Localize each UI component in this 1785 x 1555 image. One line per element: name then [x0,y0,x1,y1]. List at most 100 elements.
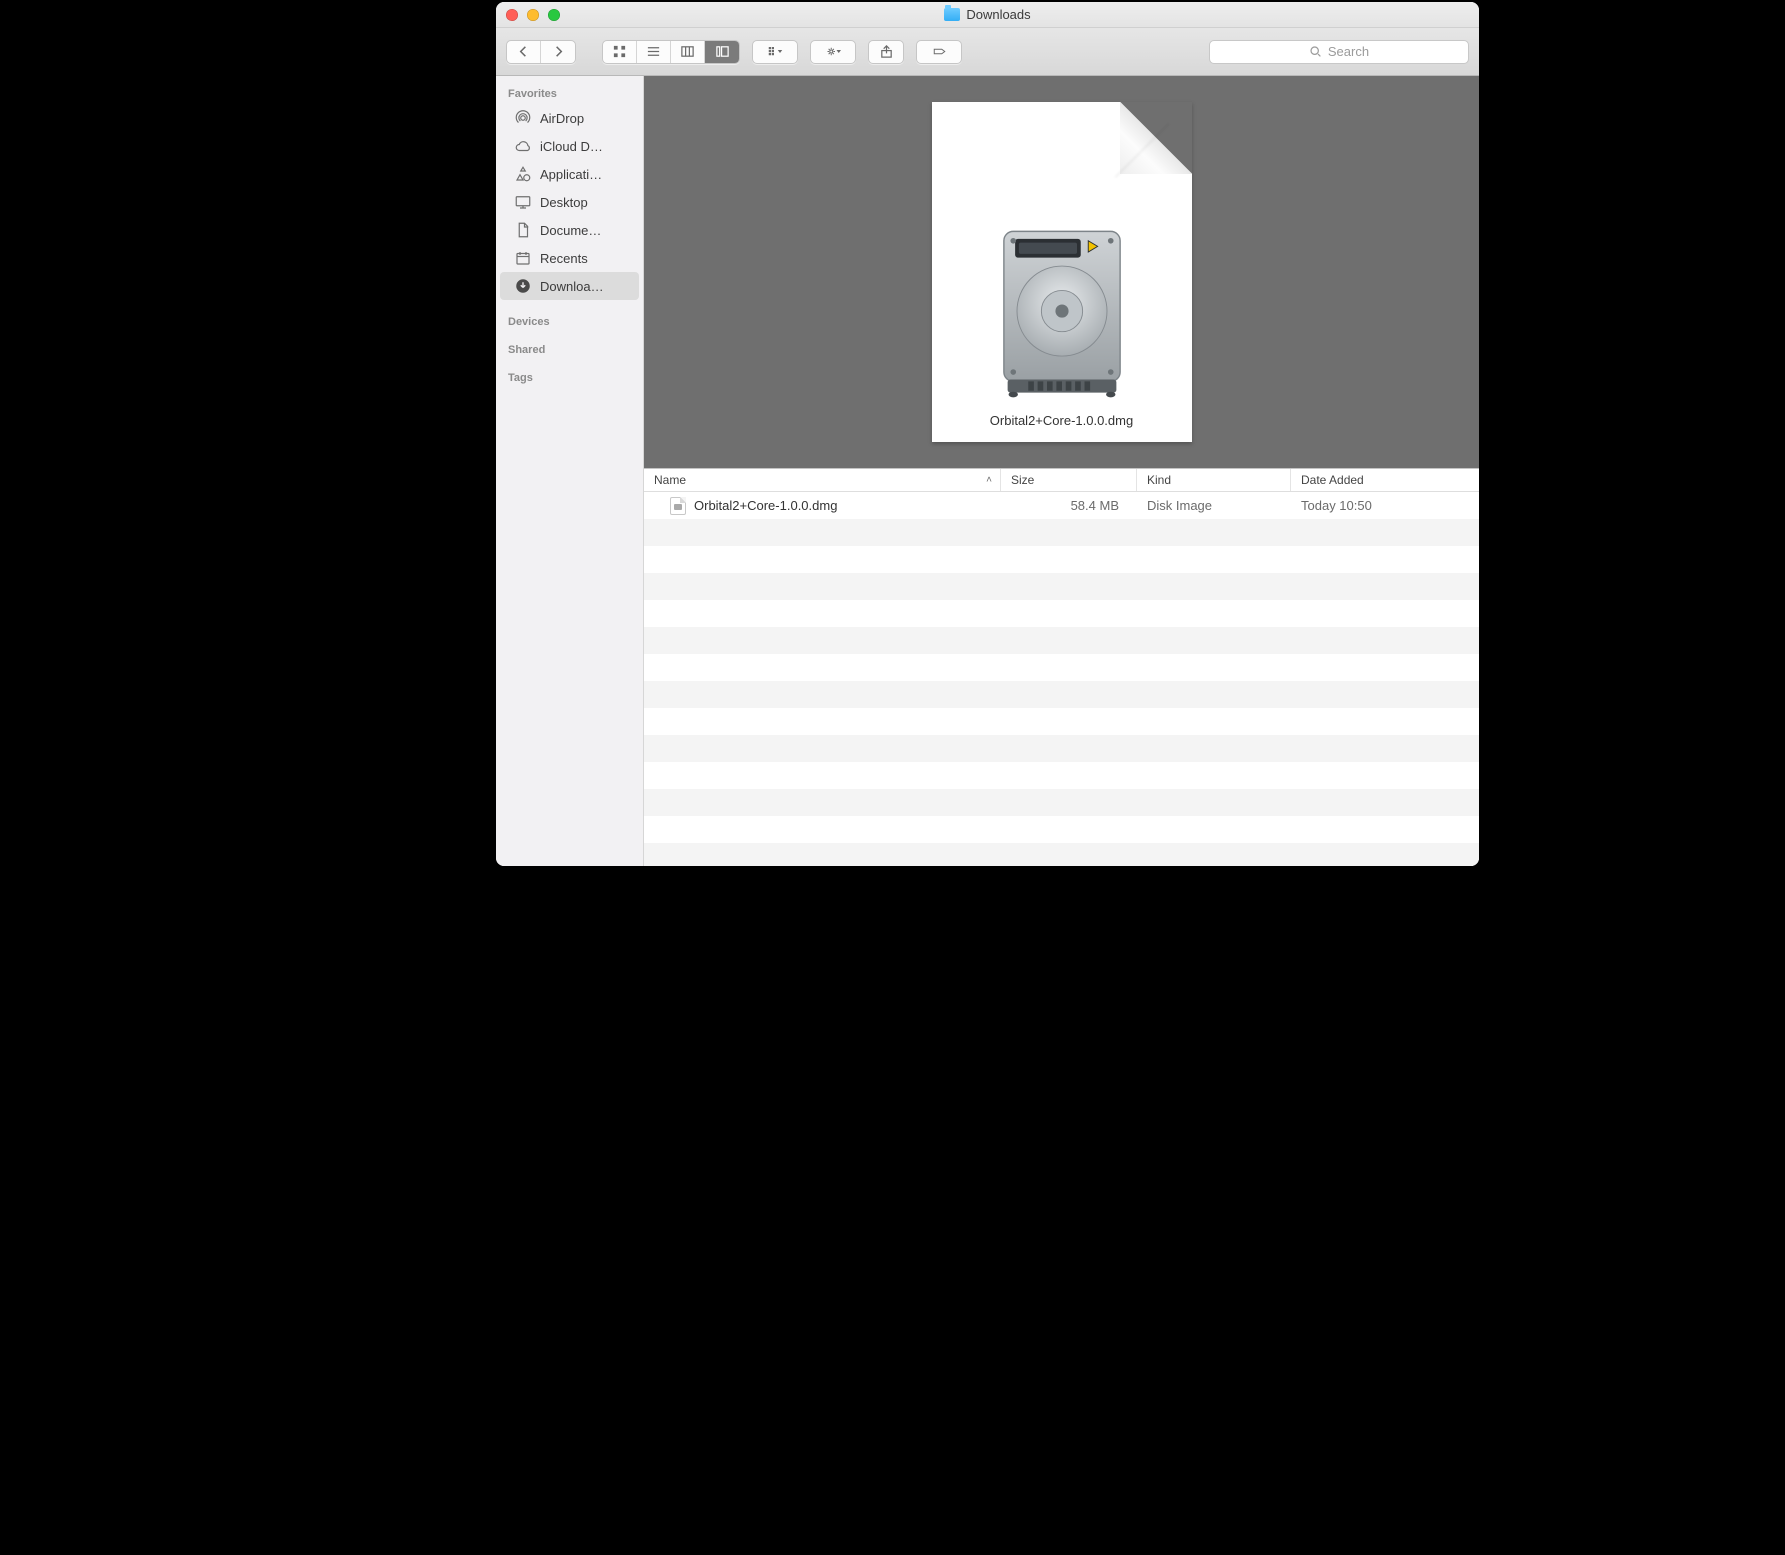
share-button-group [868,40,904,64]
cell-date-added: Today 10:50 [1291,498,1479,513]
sidebar-item-label: Downloa… [540,279,604,294]
table-row [644,816,1479,843]
column-header-kind[interactable]: Kind [1137,469,1291,491]
view-mode-buttons [602,40,740,64]
column-label: Size [1011,473,1034,487]
table-row [644,708,1479,735]
table-row [644,573,1479,600]
sidebar: Favorites AirDrop iCloud D… Applicati… D… [496,76,644,866]
cell-size: 58.4 MB [1001,498,1137,513]
titlebar: Downloads [496,2,1479,28]
group-menu[interactable] [752,40,798,64]
sidebar-item-label: Applicati… [540,167,602,182]
file-list[interactable]: Orbital2+Core-1.0.0.dmg 58.4 MB Disk Ima… [644,492,1479,866]
column-header-date-added[interactable]: Date Added [1291,469,1479,491]
columns-icon [680,44,695,59]
desktop-icon [514,193,532,211]
nav-buttons [506,40,576,64]
main-content: Orbital2+Core-1.0.0.dmg Name ˄ Size Kind [644,76,1479,866]
column-label: Name [654,473,686,487]
search-input[interactable]: Search [1209,40,1469,64]
sidebar-item-label: Desktop [540,195,588,210]
window-title-text: Downloads [966,7,1030,22]
table-row [644,789,1479,816]
sidebar-section-tags: Tags [496,366,643,388]
sidebar-item-icloud[interactable]: iCloud D… [500,132,639,160]
disk-image-icon [987,221,1137,401]
column-header-name[interactable]: Name ˄ [644,469,1001,491]
table-row [644,681,1479,708]
table-row [644,600,1479,627]
sidebar-item-airdrop[interactable]: AirDrop [500,104,639,132]
action-dropdown-button[interactable] [811,41,855,63]
apps-icon [514,165,532,183]
preview-filename: Orbital2+Core-1.0.0.dmg [990,413,1133,428]
table-row[interactable]: Orbital2+Core-1.0.0.dmg 58.4 MB Disk Ima… [644,492,1479,519]
view-gallery-button[interactable] [705,41,739,63]
view-icons-button[interactable] [603,41,637,63]
toolbar: Search [496,28,1479,76]
sidebar-section-devices: Devices [496,310,643,332]
tag-icon [932,44,947,59]
sidebar-item-label: Docume… [540,223,601,238]
cell-kind: Disk Image [1137,498,1291,513]
sidebar-item-recents[interactable]: Recents [500,244,639,272]
sidebar-section-favorites: Favorites [496,82,643,104]
window-title: Downloads [496,7,1479,22]
window-body: Favorites AirDrop iCloud D… Applicati… D… [496,76,1479,866]
view-columns-button[interactable] [671,41,705,63]
file-name: Orbital2+Core-1.0.0.dmg [694,498,837,513]
group-icon [768,44,783,59]
airdrop-icon [514,109,532,127]
table-row [644,762,1479,789]
file-preview[interactable]: Orbital2+Core-1.0.0.dmg [932,102,1192,442]
sort-ascending-icon: ˄ [986,475,992,486]
action-menu[interactable] [810,40,856,64]
sidebar-item-downloads[interactable]: Downloa… [500,272,639,300]
table-row [644,654,1479,681]
sidebar-item-label: Recents [540,251,588,266]
downloads-icon [514,277,532,295]
view-list-button[interactable] [637,41,671,63]
table-row [644,735,1479,762]
chevron-left-icon [516,44,531,59]
table-row [644,519,1479,546]
list-header: Name ˄ Size Kind Date Added [644,468,1479,492]
preview-area: Orbital2+Core-1.0.0.dmg [644,76,1479,468]
column-header-size[interactable]: Size [1001,469,1137,491]
minimize-button[interactable] [527,9,539,21]
cell-name: Orbital2+Core-1.0.0.dmg [644,497,1001,515]
search-icon [1309,45,1322,58]
share-button[interactable] [869,41,903,63]
page-fold-icon [1120,102,1192,174]
sidebar-item-label: AirDrop [540,111,584,126]
back-button[interactable] [507,41,541,63]
document-icon [514,221,532,239]
cloud-icon [514,137,532,155]
gear-icon [826,44,841,59]
traffic-lights [496,9,560,21]
table-row [644,546,1479,573]
folder-icon [944,8,960,21]
group-dropdown-button[interactable] [753,41,797,63]
tags-button-group [916,40,962,64]
sidebar-item-documents[interactable]: Docume… [500,216,639,244]
finder-window: Downloads [496,2,1479,866]
recents-icon [514,249,532,267]
grid-icon [612,44,627,59]
table-row [644,843,1479,866]
chevron-right-icon [551,44,566,59]
dmg-file-icon [670,497,686,515]
zoom-button[interactable] [548,9,560,21]
sidebar-item-desktop[interactable]: Desktop [500,188,639,216]
sidebar-section-shared: Shared [496,338,643,360]
list-icon [646,44,661,59]
gallery-icon [715,44,730,59]
tags-button[interactable] [917,41,961,63]
sidebar-item-applications[interactable]: Applicati… [500,160,639,188]
forward-button[interactable] [541,41,575,63]
share-icon [879,44,894,59]
close-button[interactable] [506,9,518,21]
column-label: Kind [1147,473,1171,487]
sidebar-item-label: iCloud D… [540,139,603,154]
